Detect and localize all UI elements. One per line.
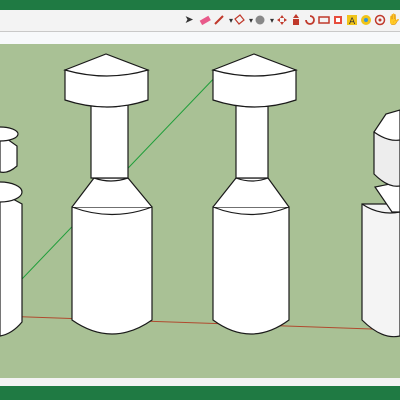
text-tool-icon[interactable]: A	[345, 13, 359, 27]
tape-measure-tool-icon[interactable]	[331, 13, 345, 27]
scale-tool-icon[interactable]	[317, 13, 331, 27]
paint-bucket-tool-icon[interactable]	[232, 13, 253, 28]
orbit-tool-icon[interactable]	[373, 13, 387, 27]
sky	[0, 32, 400, 44]
modeling-viewport[interactable]	[0, 32, 400, 378]
scene-canvas	[0, 32, 400, 378]
push-pull-tool-icon[interactable]	[289, 13, 303, 27]
eraser-tool-icon[interactable]	[198, 13, 212, 27]
app-window-frame: ➤ A ✋	[0, 0, 400, 400]
move-tool-icon[interactable]	[275, 13, 289, 27]
rotate-tool-icon[interactable]	[303, 13, 317, 27]
svg-text:A: A	[349, 17, 356, 26]
paint-tool-icon[interactable]	[359, 13, 373, 27]
status-bar	[0, 378, 400, 386]
pan-hand-icon[interactable]: ✋	[387, 13, 400, 27]
select-tool-icon[interactable]: ➤	[182, 13, 196, 27]
pencil-tool-icon[interactable]	[212, 13, 233, 28]
circle-tool-icon[interactable]	[253, 13, 274, 28]
tools-toolbar: ➤ A ✋	[0, 10, 400, 32]
